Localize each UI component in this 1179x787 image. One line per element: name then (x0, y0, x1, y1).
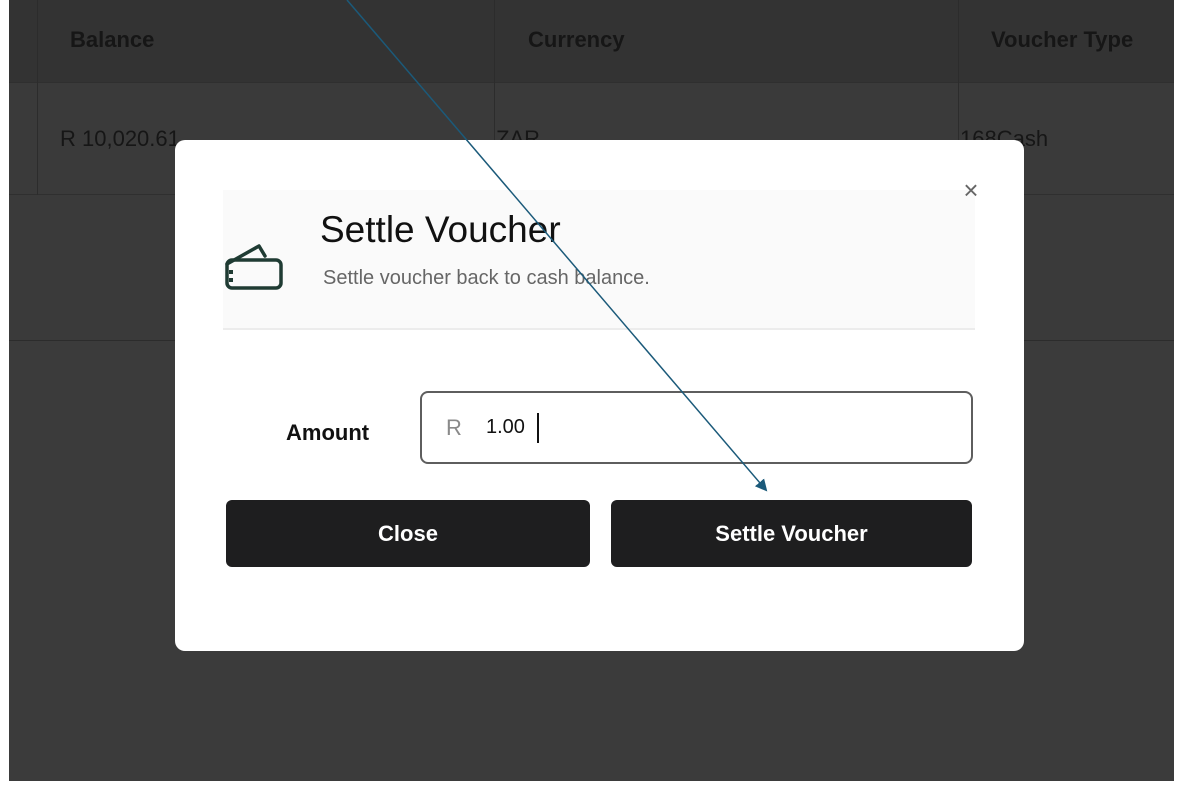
amount-label: Amount (286, 420, 370, 445)
close-icon[interactable]: × (959, 177, 983, 203)
currency-prefix: R (446, 415, 462, 440)
amount-input[interactable] (486, 411, 946, 443)
settle-voucher-dialog: Settle Voucher Settle voucher back to ca… (175, 140, 1024, 651)
amount-field[interactable]: R (420, 391, 973, 464)
window-edge-right (1174, 0, 1179, 787)
settle-voucher-button[interactable]: Settle Voucher (611, 500, 972, 567)
dialog-title: Settle Voucher (320, 209, 561, 250)
window-edge-bottom (0, 781, 1179, 787)
dialog-header: Settle Voucher Settle voucher back to ca… (223, 190, 975, 330)
dialog-subtitle: Settle voucher back to cash balance. (323, 267, 650, 289)
wallet-icon (225, 244, 283, 290)
column-header-voucher-type: Voucher Type (991, 27, 1134, 52)
column-header-currency: Currency (528, 27, 625, 52)
window-edge-left (0, 0, 9, 787)
close-button[interactable]: Close (226, 500, 590, 567)
column-header-balance: Balance (70, 27, 155, 52)
text-caret (537, 413, 539, 443)
table-header-row: Balance Currency Voucher Type (9, 0, 1174, 83)
column-divider (37, 0, 38, 195)
cell-balance: R 10,020.61 (60, 126, 180, 151)
